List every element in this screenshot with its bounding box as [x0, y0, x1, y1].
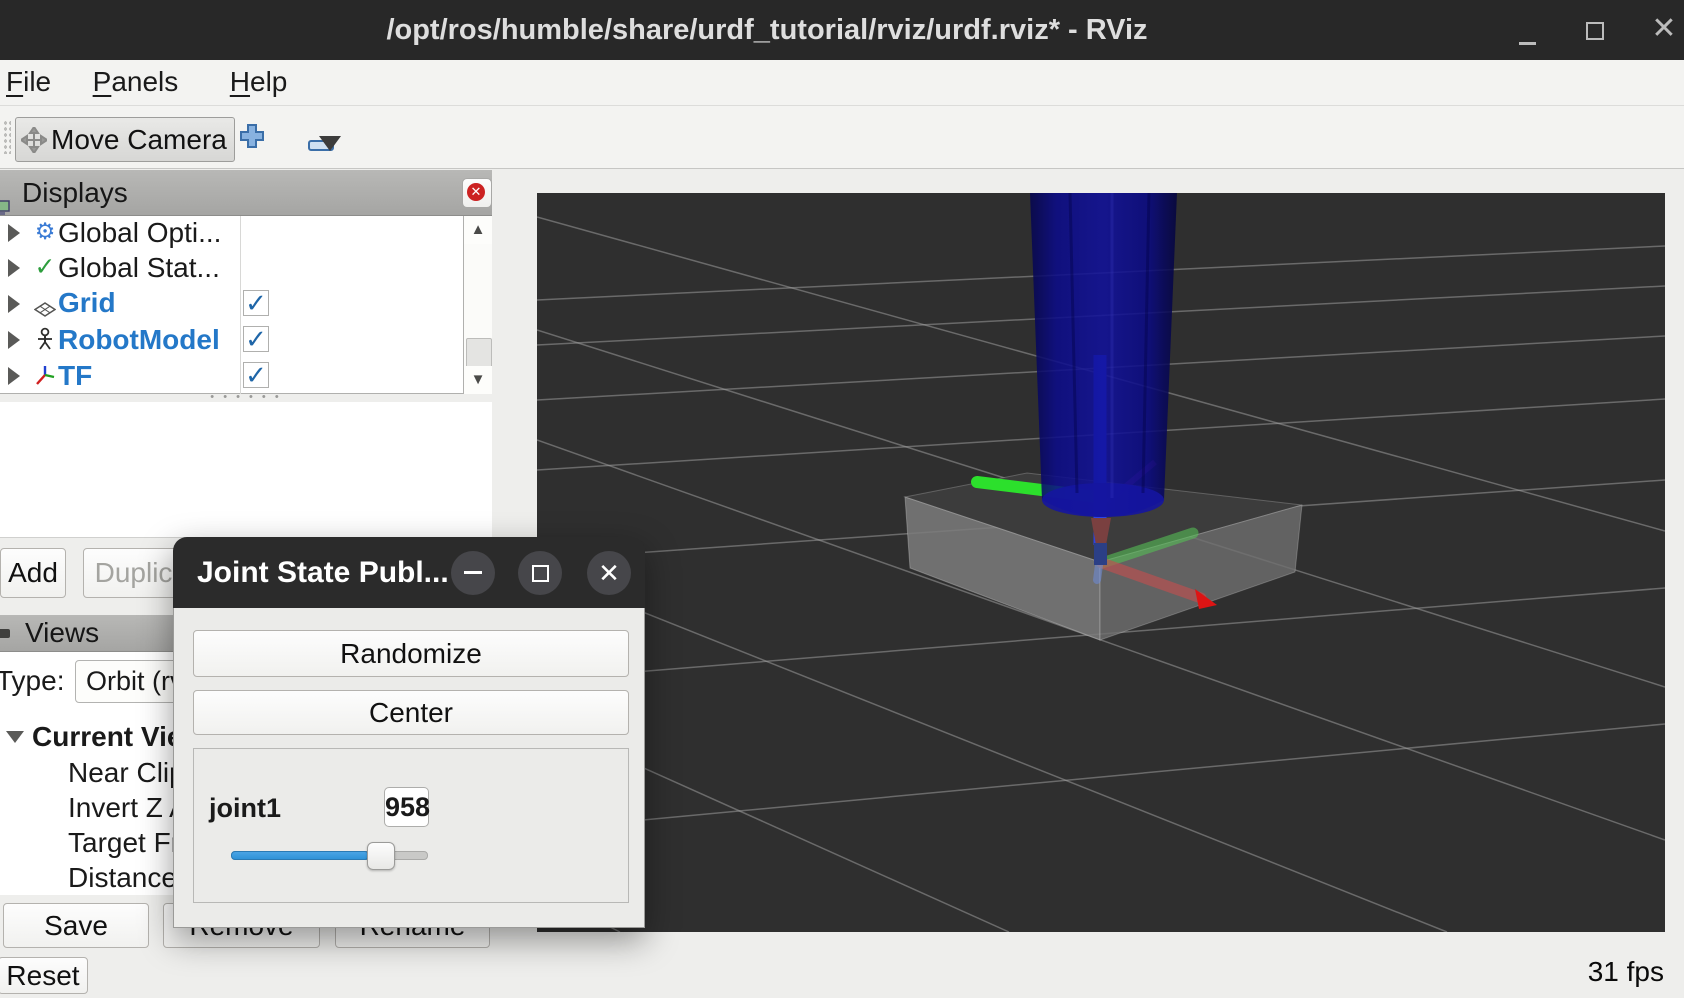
tree-row-grid[interactable]: Grid	[0, 285, 463, 322]
views-panel-title: Views	[25, 615, 99, 651]
save-button[interactable]: Save	[3, 903, 149, 948]
tree-row-tf[interactable]: TF	[0, 358, 463, 394]
expand-arrow-icon[interactable]	[8, 259, 20, 277]
minimize-icon	[464, 571, 482, 574]
tree-scrollbar[interactable]: ▲ ▼	[463, 216, 492, 394]
views-panel-icon	[0, 629, 10, 638]
move-camera-label: Move Camera	[51, 124, 227, 156]
menu-bar: File Panels Help	[0, 60, 1684, 106]
displays-property-area	[0, 402, 492, 538]
add-tool-icon[interactable]	[239, 123, 265, 156]
scroll-up-icon[interactable]: ▲	[464, 216, 492, 244]
expand-arrow-icon[interactable]	[8, 295, 20, 313]
grid-icon	[32, 293, 58, 324]
toolbar-grip[interactable]	[3, 120, 11, 154]
displays-panel-title: Displays	[22, 170, 128, 216]
tree-row-label: TF	[58, 360, 92, 392]
title-bar: /opt/ros/humble/share/urdf_tutorial/rviz…	[0, 0, 1684, 60]
tree-row-label: Grid	[58, 287, 116, 319]
panel-splitter[interactable]: • • • • • •	[0, 394, 492, 402]
dialog-title-bar[interactable]: Joint State Publ... ✕	[173, 537, 645, 608]
scrollbar-thumb[interactable]	[466, 338, 492, 368]
maximize-icon	[532, 565, 549, 582]
randomize-button[interactable]: Randomize	[193, 630, 629, 677]
tree-row-global-options[interactable]: ⚙ Global Opti...	[0, 216, 463, 250]
joint-slider-handle[interactable]	[367, 842, 395, 870]
robotmodel-checkbox[interactable]: ✓	[243, 326, 269, 352]
cylinder-link	[1030, 193, 1177, 517]
tf-checkbox[interactable]: ✓	[243, 362, 269, 388]
view-property-distance[interactable]: Distance	[68, 862, 177, 894]
displays-panel-header[interactable]: Displays	[0, 170, 492, 216]
scene-3d	[537, 193, 1665, 932]
close-icon[interactable]: ✕	[1648, 0, 1680, 60]
joint-state-publisher-dialog: Joint State Publ... ✕ Randomize Center j…	[173, 537, 645, 928]
joint-slider-fill	[231, 851, 369, 860]
center-button[interactable]: Center	[193, 690, 629, 735]
view-type-label: Type:	[0, 665, 64, 697]
tree-row-global-status[interactable]: ✓ Global Stat...	[0, 250, 463, 285]
menu-panels[interactable]: Panels	[87, 60, 185, 105]
toolbar: Move Camera	[0, 106, 1684, 169]
rviz-window: /opt/ros/humble/share/urdf_tutorial/rviz…	[0, 0, 1684, 998]
scroll-down-icon[interactable]: ▼	[464, 366, 492, 394]
move-camera-button[interactable]: Move Camera	[15, 117, 235, 162]
render-viewport[interactable]	[537, 193, 1665, 932]
expand-arrow-icon[interactable]	[8, 331, 20, 349]
reset-button[interactable]: Reset	[0, 957, 88, 994]
dialog-close-button[interactable]: ✕	[587, 551, 631, 595]
move-icon	[21, 127, 47, 153]
tf-axes-icon	[32, 363, 58, 394]
maximize-icon[interactable]	[1586, 22, 1604, 40]
robot-icon	[32, 327, 58, 358]
displays-close-button[interactable]: ✕	[462, 178, 492, 208]
menu-help[interactable]: Help	[224, 60, 294, 105]
grid-checkbox[interactable]: ✓	[243, 290, 269, 316]
close-icon: ✕	[467, 183, 485, 201]
add-button[interactable]: Add	[0, 548, 66, 598]
tree-row-robotmodel[interactable]: RobotModel	[0, 322, 463, 358]
menu-file[interactable]: File	[0, 60, 57, 105]
tree-row-label: Global Opti...	[58, 217, 221, 249]
minimize-icon[interactable]	[1519, 42, 1536, 45]
status-check-icon: ✓	[32, 252, 58, 282]
dialog-title: Joint State Publ...	[197, 537, 449, 608]
gear-icon: ⚙	[32, 218, 58, 245]
expand-arrow-icon[interactable]	[8, 224, 20, 242]
joint-value-input[interactable]: 958	[384, 787, 429, 827]
joint-name-label: joint1	[209, 793, 281, 824]
dialog-maximize-button[interactable]	[518, 551, 562, 595]
tree-row-label: Global Stat...	[58, 252, 220, 284]
collapse-arrow-icon[interactable]	[6, 731, 24, 743]
dialog-minimize-button[interactable]	[451, 551, 495, 595]
expand-arrow-icon[interactable]	[8, 367, 20, 385]
dialog-body: Randomize Center joint1 958	[173, 608, 645, 928]
toolbar-overflow-icon[interactable]	[319, 136, 341, 151]
close-icon: ✕	[587, 551, 631, 595]
tree-row-label: RobotModel	[58, 324, 220, 356]
fps-counter: 31 fps	[1588, 956, 1664, 988]
window-title: /opt/ros/humble/share/urdf_tutorial/rviz…	[0, 0, 1684, 60]
displays-tree: ⚙ Global Opti... ✓ Global Stat... Grid	[0, 216, 492, 394]
